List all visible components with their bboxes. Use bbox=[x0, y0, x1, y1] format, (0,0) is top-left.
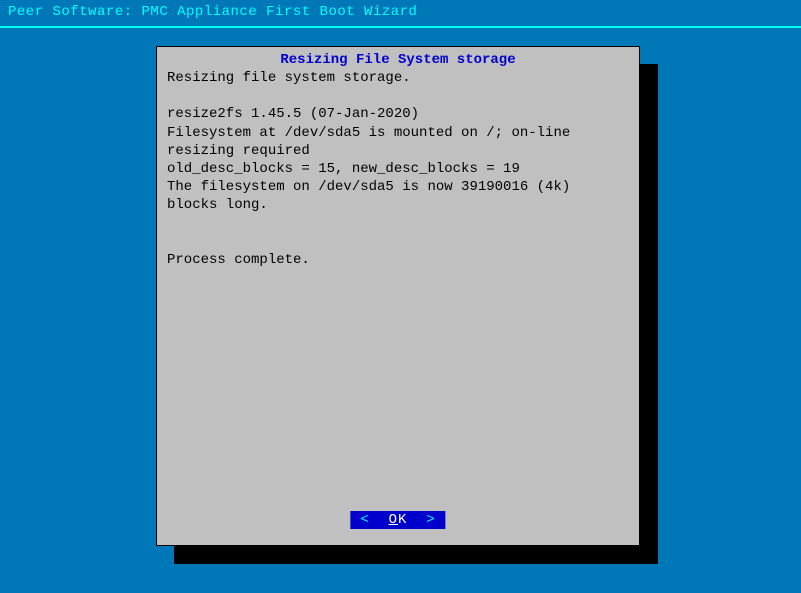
right-arrow-icon: > bbox=[426, 512, 435, 528]
ok-button[interactable]: < OK > bbox=[350, 511, 445, 529]
dialog-inner: Resizing File System storage Resizing fi… bbox=[163, 53, 633, 539]
window-title-text: Peer Software: PMC Appliance First Boot … bbox=[8, 4, 417, 20]
dialog-body: Resizing file system storage. resize2fs … bbox=[167, 69, 629, 269]
header-divider bbox=[0, 26, 801, 28]
ok-button-label: OK bbox=[379, 512, 417, 528]
dialog-title: Resizing File System storage bbox=[163, 52, 633, 68]
left-arrow-icon: < bbox=[360, 512, 369, 528]
dialog: Resizing File System storage Resizing fi… bbox=[156, 46, 640, 546]
window-title: Peer Software: PMC Appliance First Boot … bbox=[0, 0, 801, 24]
dialog-wrapper: Resizing File System storage Resizing fi… bbox=[156, 46, 644, 550]
